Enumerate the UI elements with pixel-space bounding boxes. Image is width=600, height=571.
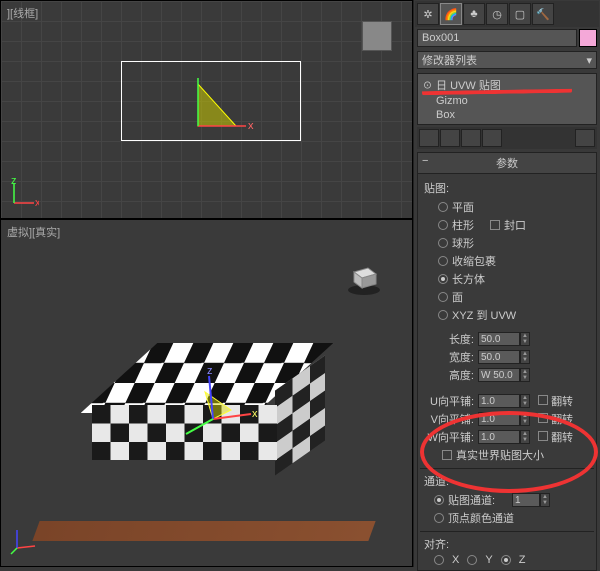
- align-section-label: 对齐:: [424, 536, 590, 552]
- svg-text:x: x: [35, 197, 39, 208]
- height-spinner[interactable]: ▲▼: [478, 368, 530, 382]
- tab-display-icon[interactable]: ▢: [509, 3, 531, 25]
- object-color-swatch[interactable]: [579, 29, 597, 47]
- u-flip-checkbox[interactable]: [538, 395, 548, 405]
- mapping-radio-xyz[interactable]: XYZ 到 UVW: [424, 306, 590, 324]
- cap-checkbox[interactable]: [490, 220, 500, 230]
- length-label: 长度:: [424, 331, 474, 347]
- mapping-radio-shrinkwrap[interactable]: 收缩包裹: [424, 252, 590, 270]
- modifier-list-label: 修改器列表: [422, 52, 477, 68]
- svg-text:z: z: [11, 178, 17, 187]
- u-tile-label: U向平铺:: [424, 393, 474, 409]
- ground-plane: [32, 521, 375, 541]
- u-tile-spinner[interactable]: ▲▼: [478, 394, 530, 408]
- align-z-radio[interactable]: [501, 555, 511, 565]
- mapping-radio-face[interactable]: 面: [424, 288, 590, 306]
- svg-text:z: z: [207, 365, 213, 377]
- width-label: 宽度:: [424, 349, 474, 365]
- mapping-radio-cylindrical[interactable]: 柱形封口: [424, 216, 590, 234]
- align-x-radio[interactable]: [434, 555, 444, 565]
- v-flip-checkbox[interactable]: [538, 413, 548, 423]
- modifier-stack-toolbar: [417, 127, 597, 149]
- show-end-result-icon[interactable]: [440, 129, 460, 147]
- viewport-label-bottom: 虚拟][真实]: [7, 224, 60, 240]
- remove-modifier-icon[interactable]: [482, 129, 502, 147]
- v-tile-spinner[interactable]: ▲▼: [478, 412, 530, 426]
- svg-text:x: x: [252, 408, 258, 420]
- modifier-list-dropdown[interactable]: 修改器列表 ▾: [417, 51, 597, 69]
- channel-section-label: 通道:: [424, 473, 590, 489]
- wireframe-box[interactable]: [121, 61, 301, 141]
- pin-stack-icon[interactable]: [419, 129, 439, 147]
- axis-gizmo-icon: x z: [9, 178, 39, 208]
- real-world-checkbox[interactable]: [442, 450, 452, 460]
- configure-sets-icon[interactable]: [575, 129, 595, 147]
- mapping-radio-spherical[interactable]: 球形: [424, 234, 590, 252]
- tab-modify-icon[interactable]: 🌈: [440, 3, 462, 25]
- w-tile-label: W向平铺:: [424, 429, 474, 445]
- mapping-section-label: 贴图:: [424, 180, 590, 196]
- command-panel-tabs: ✲ 🌈 ♣ ◷ ▢ 🔨: [415, 1, 599, 27]
- mapping-radio-box[interactable]: 长方体: [424, 270, 590, 288]
- tab-create-icon[interactable]: ✲: [417, 3, 439, 25]
- chevron-down-icon: ▾: [586, 54, 592, 67]
- parameters-rollout: 参数 贴图: 平面 柱形封口 球形 收缩包裹 长方体 面 XYZ 到 UVW 长…: [417, 152, 597, 571]
- viewport-wireframe[interactable]: ][线框] x x z: [0, 0, 413, 219]
- width-spinner[interactable]: ▲▼: [478, 350, 530, 364]
- axis-gizmo-shaded-icon: [9, 526, 39, 556]
- tab-hierarchy-icon[interactable]: ♣: [463, 3, 485, 25]
- height-label: 高度:: [424, 367, 474, 383]
- transform-gizmo[interactable]: x z: [181, 364, 261, 444]
- w-flip-checkbox[interactable]: [538, 431, 548, 441]
- vertex-color-radio[interactable]: [434, 513, 444, 523]
- map-channel-radio[interactable]: [434, 495, 444, 505]
- command-panel: ✲ 🌈 ♣ ◷ ▢ 🔨 修改器列表 ▾ ☉ 日 UVW 贴图 Gizmo Box: [413, 0, 600, 567]
- modifier-stack-subitem[interactable]: Box: [420, 108, 594, 122]
- viewport-label-top: ][线框]: [7, 5, 38, 21]
- modifier-stack[interactable]: ☉ 日 UVW 贴图 Gizmo Box: [417, 73, 597, 125]
- annotation-underline: [422, 88, 572, 94]
- object-name-input[interactable]: [417, 29, 577, 47]
- mapping-radio-planar[interactable]: 平面: [424, 198, 590, 216]
- align-y-radio[interactable]: [467, 555, 477, 565]
- tab-motion-icon[interactable]: ◷: [486, 3, 508, 25]
- viewcube-shaded[interactable]: [346, 260, 382, 296]
- viewport-shaded[interactable]: 虚拟][真实] x z: [0, 219, 413, 567]
- modifier-stack-subitem[interactable]: Gizmo: [420, 94, 594, 108]
- v-tile-label: V向平铺:: [424, 411, 474, 427]
- tab-utilities-icon[interactable]: 🔨: [532, 3, 554, 25]
- viewcube[interactable]: [362, 21, 392, 51]
- w-tile-spinner[interactable]: ▲▼: [478, 430, 530, 444]
- make-unique-icon[interactable]: [461, 129, 481, 147]
- map-channel-spinner[interactable]: ▲▼: [512, 493, 550, 507]
- length-spinner[interactable]: ▲▼: [478, 332, 530, 346]
- rollout-header[interactable]: 参数: [418, 153, 596, 174]
